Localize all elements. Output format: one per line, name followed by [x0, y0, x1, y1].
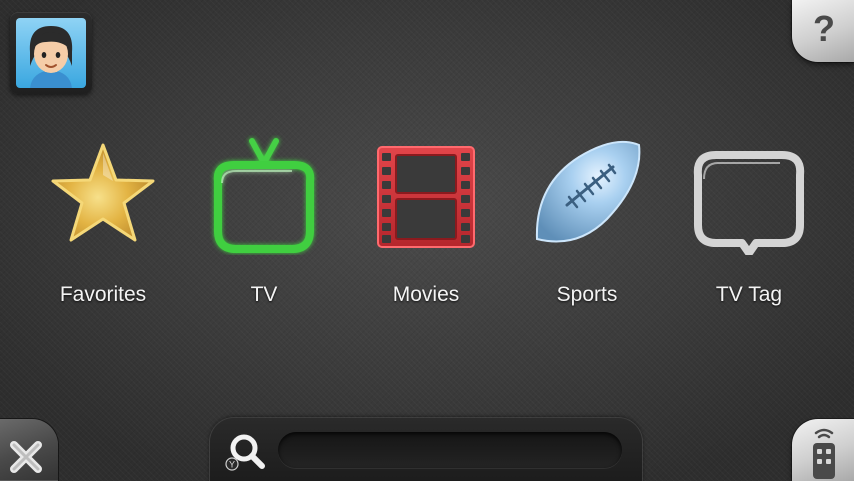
- search-button[interactable]: Y: [224, 430, 268, 474]
- category-tv[interactable]: TV: [189, 135, 339, 320]
- screen: ? Favorites TV Movies Sports TV Tag Y: [0, 0, 854, 481]
- help-button[interactable]: ?: [792, 0, 854, 62]
- category-label: TV Tag: [715, 283, 783, 306]
- close-button[interactable]: [0, 419, 58, 481]
- remote-control-icon: [813, 428, 835, 479]
- search-input[interactable]: [278, 432, 622, 468]
- search-icon: Y: [225, 434, 265, 471]
- speech-bubble-icon: [674, 135, 824, 265]
- close-icon: [10, 441, 42, 473]
- category-movies[interactable]: Movies: [351, 135, 501, 320]
- svg-text:Y: Y: [229, 460, 235, 470]
- category-label: Favorites: [59, 283, 147, 306]
- tv-icon: [189, 135, 339, 265]
- question-mark-icon: ?: [813, 8, 835, 49]
- category-sports[interactable]: Sports: [512, 135, 662, 320]
- search-bar: Y: [210, 418, 642, 481]
- category-label: Movies: [392, 283, 460, 306]
- svg-text:?: ?: [813, 8, 835, 49]
- category-label: Sports: [556, 283, 618, 306]
- football-icon: [512, 135, 662, 265]
- film-strip-icon: [351, 135, 501, 265]
- user-avatar[interactable]: [10, 12, 92, 94]
- star-icon: [28, 135, 178, 265]
- category-favorites[interactable]: Favorites: [28, 135, 178, 320]
- category-label: TV: [250, 283, 278, 306]
- category-tv-tag[interactable]: TV Tag: [674, 135, 824, 320]
- tv-remote-button[interactable]: [792, 419, 854, 481]
- mii-face-icon: [16, 18, 86, 88]
